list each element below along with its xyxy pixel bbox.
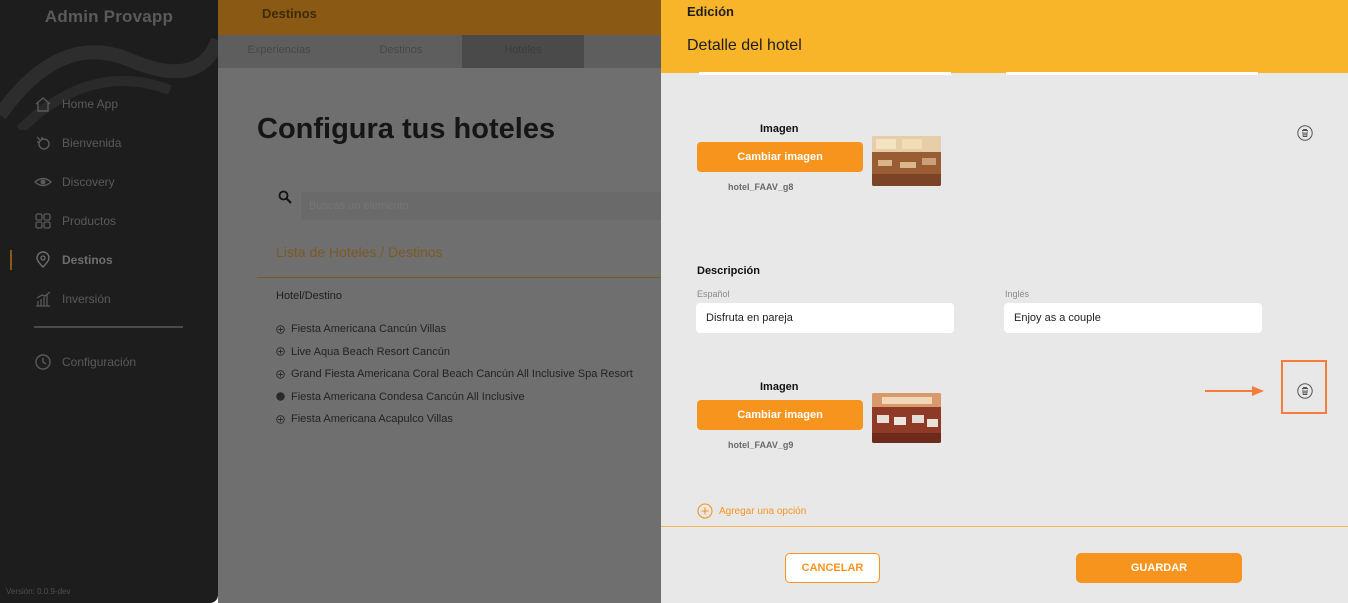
- footer-divider: [661, 526, 1348, 527]
- edit-panel: Edición Detalle del hotel Imagen Cambiar…: [661, 0, 1348, 603]
- list-title: Lista de Hoteles / Destinos: [276, 244, 443, 260]
- sidebar-item-configuracion[interactable]: Configuración: [0, 342, 218, 381]
- chart-icon: [34, 290, 52, 308]
- hotel-name: Fiesta Americana Acapulco Villas: [291, 413, 453, 426]
- list-item[interactable]: Fiesta Americana Cancún Villas: [276, 318, 633, 341]
- sidebar-item-destinos[interactable]: Destinos: [0, 240, 218, 279]
- version-label: Versión: 0.0.9-dev: [6, 587, 71, 596]
- sidebar-nav: Home App Bienvenida Discovery Productos …: [0, 84, 218, 381]
- main-content: Destinos Experiencias Destinos Hoteles C…: [218, 0, 661, 603]
- sidebar-item-label: Configuración: [62, 354, 137, 369]
- panel-kicker: Edición: [687, 4, 734, 19]
- expand-icon: [276, 370, 285, 379]
- annotation-arrow-icon: [1205, 386, 1264, 396]
- trash-icon[interactable]: [1297, 383, 1313, 399]
- eye-icon: [34, 173, 52, 191]
- map-pin-icon: [34, 250, 52, 269]
- tab-experiencias[interactable]: Experiencias: [218, 35, 340, 68]
- panel-title: Detalle del hotel: [687, 37, 802, 54]
- sidebar-item-discovery[interactable]: Discovery: [0, 162, 218, 201]
- sidebar-item-label: Home App: [62, 96, 119, 111]
- welcome-icon: [34, 134, 52, 152]
- add-option-label: Agregar una opción: [719, 505, 807, 517]
- change-image-button[interactable]: Cambiar imagen: [697, 400, 863, 430]
- description-english-field[interactable]: [1004, 303, 1262, 333]
- page-title: Configura tus hoteles: [257, 113, 556, 145]
- sidebar-item-label: Discovery: [62, 174, 115, 189]
- image-thumbnail: [872, 136, 941, 186]
- trash-icon[interactable]: [1297, 125, 1313, 141]
- hotel-name: Grand Fiesta Americana Coral Beach Cancú…: [291, 368, 633, 381]
- change-image-button[interactable]: Cambiar imagen: [697, 142, 863, 172]
- list-item[interactable]: Fiesta Americana Condesa Cancún All Incl…: [276, 386, 633, 409]
- grid-icon: [34, 212, 52, 230]
- image-file-name: hotel_FAAV_g8: [728, 182, 794, 192]
- save-button[interactable]: GUARDAR: [1076, 553, 1242, 583]
- description-spanish-field[interactable]: [696, 303, 954, 333]
- sidebar-divider: [34, 326, 183, 328]
- tab-bar: Experiencias Destinos Hoteles: [218, 35, 661, 68]
- sidebar-item-productos[interactable]: Productos: [0, 201, 218, 240]
- add-option-link[interactable]: Agregar una opción: [697, 503, 806, 519]
- list-item[interactable]: Grand Fiesta Americana Coral Beach Cancú…: [276, 363, 633, 386]
- hotel-name: Fiesta Americana Condesa Cancún All Incl…: [291, 390, 525, 403]
- sidebar-item-label: Productos: [62, 213, 117, 228]
- expand-icon: [276, 347, 285, 356]
- sidebar-item-bienvenida[interactable]: Bienvenida: [0, 123, 218, 162]
- sidebar-item-label: Inversión: [62, 291, 111, 306]
- panel-header: Edición Detalle del hotel: [661, 0, 1348, 73]
- image-file-name: hotel_FAAV_g9: [728, 440, 794, 450]
- image-label: Imagen: [760, 381, 799, 393]
- sidebar-item-label: Destinos: [62, 252, 113, 267]
- list-item[interactable]: Live Aqua Beach Resort Cancún: [276, 341, 633, 364]
- plus-circle-icon: [697, 503, 713, 519]
- list-item[interactable]: Fiesta Americana Acapulco Villas: [276, 408, 633, 431]
- input-edge: [1006, 72, 1258, 75]
- expand-icon: [276, 415, 285, 424]
- description-label: Descripción: [697, 265, 760, 277]
- brand-title: Admin Provapp: [44, 7, 174, 26]
- spanish-label: Español: [697, 289, 730, 299]
- image-thumbnail: [872, 393, 941, 443]
- sidebar-item-home-app[interactable]: Home App: [0, 84, 218, 123]
- list-column-header: Hotel/Destino: [276, 290, 343, 302]
- sidebar: Admin Provapp Home App Bienvenida Discov…: [0, 0, 218, 603]
- list-divider: [257, 277, 661, 278]
- section-header: Destinos: [218, 0, 661, 35]
- english-label: Inglés: [1005, 289, 1030, 299]
- expand-icon: [276, 392, 285, 401]
- cancel-button[interactable]: CANCELAR: [785, 553, 880, 583]
- search-icon: [278, 190, 292, 209]
- home-icon: [34, 95, 52, 113]
- sidebar-item-label: Bienvenida: [62, 135, 122, 150]
- settings-icon: [34, 353, 52, 371]
- expand-icon: [276, 325, 285, 334]
- search-input[interactable]: [301, 192, 661, 220]
- input-edge: [699, 72, 951, 75]
- image-label: Imagen: [760, 123, 799, 135]
- tab-destinos[interactable]: Destinos: [340, 35, 462, 68]
- sidebar-item-inversion[interactable]: Inversión: [0, 279, 218, 318]
- hotel-name: Live Aqua Beach Resort Cancún: [291, 345, 450, 358]
- hotel-list: Fiesta Americana Cancún Villas Live Aqua…: [276, 318, 633, 431]
- tab-hoteles[interactable]: Hoteles: [462, 35, 584, 68]
- hotel-name: Fiesta Americana Cancún Villas: [291, 323, 447, 336]
